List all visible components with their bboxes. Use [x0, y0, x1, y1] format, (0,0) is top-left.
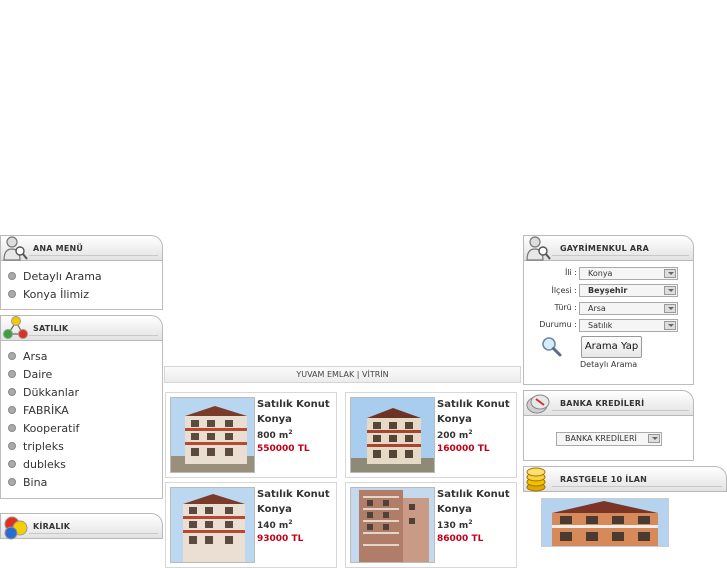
chevron-down-icon[interactable]	[664, 286, 676, 295]
rastgele-header: RASTGELE 10 İLAN	[523, 466, 727, 492]
chevron-down-icon[interactable]	[664, 321, 676, 330]
search-header: GAYRİMENKUL ARA	[523, 235, 694, 261]
kiralik-title: KİRALIK	[33, 522, 71, 531]
listing-photo[interactable]	[350, 487, 435, 563]
listing-card[interactable]: Satılık Konut Konya 130 m2 86000 TL	[345, 482, 517, 568]
listing-price: 93000 TL	[257, 534, 304, 544]
menu-item-bina[interactable]: Bina	[8, 476, 47, 489]
bullet-icon	[8, 352, 16, 360]
search-person-icon	[3, 236, 28, 261]
random-listing-photo[interactable]	[541, 498, 669, 547]
menu-item-arsa[interactable]: Arsa	[8, 350, 48, 363]
listing-price: 550000 TL	[257, 444, 310, 454]
listing-photo[interactable]	[170, 487, 255, 563]
menu-item-daire[interactable]: Daire	[8, 368, 52, 381]
ana-menu-title: ANA MENÜ	[33, 244, 84, 253]
durum-select[interactable]: Satılık	[579, 319, 678, 332]
listing-city: Konya	[437, 414, 472, 425]
search-title: GAYRİMENKUL ARA	[560, 244, 650, 253]
colored-balls-icon	[3, 316, 28, 339]
durum-label: Durumu :	[539, 320, 577, 329]
bullet-icon	[8, 478, 16, 486]
detailed-search-link[interactable]: Detaylı Arama	[580, 360, 637, 369]
coins-icon	[526, 394, 550, 414]
listing-type[interactable]: Satılık Konut	[437, 489, 510, 500]
ana-menu-header: ANA MENÜ	[0, 235, 163, 261]
il-select[interactable]: Konya	[579, 267, 678, 280]
listing-card[interactable]: Satılık Konut Konya 800 m2 550000 TL	[165, 392, 337, 478]
chevron-down-icon[interactable]	[648, 434, 660, 443]
banka-header: BANKA KREDİLERİ	[523, 390, 694, 416]
tur-select[interactable]: Arsa	[579, 302, 678, 315]
menu-item-kooperatif[interactable]: Kooperatif	[8, 422, 79, 435]
bullet-icon	[8, 272, 16, 280]
listing-photo[interactable]	[350, 397, 435, 473]
rastgele-title: RASTGELE 10 İLAN	[560, 475, 648, 484]
listing-type[interactable]: Satılık Konut	[437, 399, 510, 410]
search-submit-button[interactable]: Arama Yap	[581, 336, 642, 358]
listing-area: 130 m2	[437, 519, 473, 531]
listing-area: 140 m2	[257, 519, 293, 531]
listing-card[interactable]: Satılık Konut Konya 140 m2 93000 TL	[165, 482, 337, 568]
listing-photo[interactable]	[170, 397, 255, 473]
chevron-down-icon[interactable]	[664, 269, 676, 278]
bullet-icon	[8, 370, 16, 378]
ilce-label: İlçesi :	[551, 286, 577, 295]
vitrin-title-bar: YUVAM EMLAK | VİTRİN	[164, 366, 521, 383]
listing-area: 800 m2	[257, 429, 293, 441]
bullet-icon	[8, 388, 16, 396]
colored-balls-icon	[4, 516, 28, 540]
listing-price: 86000 TL	[437, 534, 484, 544]
listing-city: Konya	[437, 504, 472, 515]
bullet-icon	[8, 290, 16, 298]
vitrin-title: YUVAM EMLAK | VİTRİN	[296, 370, 389, 379]
bullet-icon	[8, 406, 16, 414]
listing-city: Konya	[257, 414, 292, 425]
satilik-title: SATILIK	[33, 324, 69, 333]
bullet-icon	[8, 460, 16, 468]
bullet-icon	[8, 442, 16, 450]
menu-item-tripleks[interactable]: tripleks	[8, 440, 64, 453]
coins-icon	[526, 467, 546, 492]
listing-card[interactable]: Satılık Konut Konya 200 m2 160000 TL	[345, 392, 517, 478]
ana-menu-box: Detaylı Arama Konya İlimiz	[0, 261, 163, 310]
satilik-header: SATILIK	[0, 315, 163, 341]
chevron-down-icon[interactable]	[664, 304, 676, 313]
listing-type[interactable]: Satılık Konut	[257, 489, 330, 500]
menu-item-detayli-arama[interactable]: Detaylı Arama	[8, 270, 102, 283]
menu-item-dubleks[interactable]: dubleks	[8, 458, 66, 471]
bullet-icon	[8, 424, 16, 432]
banka-select[interactable]: BANKA KREDİLERİ	[556, 432, 662, 446]
menu-item-dukkanlar[interactable]: Dükkanlar	[8, 386, 79, 399]
listing-city: Konya	[257, 504, 292, 515]
search-person-icon	[526, 236, 551, 261]
listing-price: 160000 TL	[437, 444, 490, 454]
listing-area: 200 m2	[437, 429, 473, 441]
banka-title: BANKA KREDİLERİ	[560, 399, 645, 408]
menu-item-konya-ilimiz[interactable]: Konya İlimiz	[8, 288, 89, 301]
menu-item-fabrika[interactable]: FABRİKA	[8, 404, 69, 417]
tur-label: Türü :	[554, 303, 577, 312]
il-label: İli :	[564, 268, 577, 277]
magnifier-icon	[542, 337, 562, 357]
listing-type[interactable]: Satılık Konut	[257, 399, 330, 410]
kiralik-header: KİRALIK	[0, 513, 163, 540]
satilik-box: Arsa Daire Dükkanlar FABRİKA Kooperatif …	[0, 341, 163, 499]
ilce-select[interactable]: Beyşehir	[579, 284, 678, 297]
